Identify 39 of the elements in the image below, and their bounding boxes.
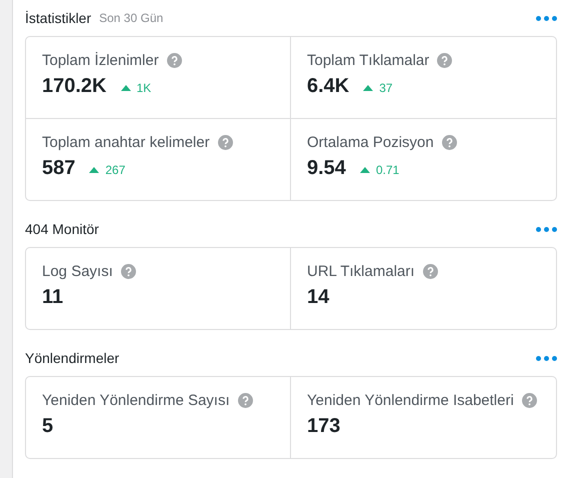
- section-title: Yönlendirmeler: [25, 350, 120, 366]
- metric-label: Toplam Tıklamalar: [307, 52, 430, 69]
- metric-label: Yeniden Yönlendirme Sayısı: [42, 392, 230, 409]
- more-options-button[interactable]: [536, 356, 557, 360]
- metric-label: Toplam anahtar kelimeler: [42, 134, 210, 151]
- trend-arrow-icon: [363, 84, 374, 92]
- more-options-button[interactable]: [536, 16, 557, 20]
- metric-label: Toplam İzlenimler: [42, 52, 159, 69]
- metric-label: Log Sayısı: [42, 263, 113, 280]
- metric-change: 1K: [136, 81, 152, 95]
- section-title: 404 Monitör: [25, 221, 99, 237]
- metric-value: 587: [42, 157, 76, 180]
- metric-change: 267: [105, 163, 126, 177]
- metric-value: 6.4K: [307, 75, 350, 98]
- help-icon[interactable]: [422, 264, 438, 279]
- metric-label: Yeniden Yönlendirme Isabetleri: [307, 392, 514, 409]
- more-options-button[interactable]: [536, 226, 557, 232]
- help-icon[interactable]: [120, 264, 136, 279]
- metric-value: 173: [307, 415, 340, 438]
- help-icon[interactable]: [437, 53, 452, 68]
- metric-value: 170.2K: [42, 75, 106, 98]
- metric-label: URL Tıklamaları: [307, 263, 415, 280]
- help-icon[interactable]: [238, 393, 253, 408]
- help-icon[interactable]: [218, 135, 233, 150]
- trend-arrow-icon: [89, 166, 100, 174]
- metric-change: 37: [379, 81, 393, 95]
- help-icon[interactable]: [166, 53, 182, 68]
- metric-label: Ortalama Pozisyon: [307, 134, 434, 151]
- help-icon[interactable]: [522, 393, 537, 408]
- metric-value: 11: [42, 286, 64, 309]
- trend-arrow-icon: [360, 166, 370, 174]
- metric-value: 9.54: [307, 157, 346, 180]
- trend-arrow-icon: [120, 84, 130, 92]
- metric-change: 0.71: [376, 163, 400, 177]
- section-title: İstatistikler: [25, 10, 92, 26]
- metric-value: 14: [307, 286, 330, 309]
- help-icon[interactable]: [442, 135, 457, 150]
- section-subtitle: Son 30 Gün: [99, 11, 164, 25]
- metric-value: 5: [42, 415, 54, 438]
